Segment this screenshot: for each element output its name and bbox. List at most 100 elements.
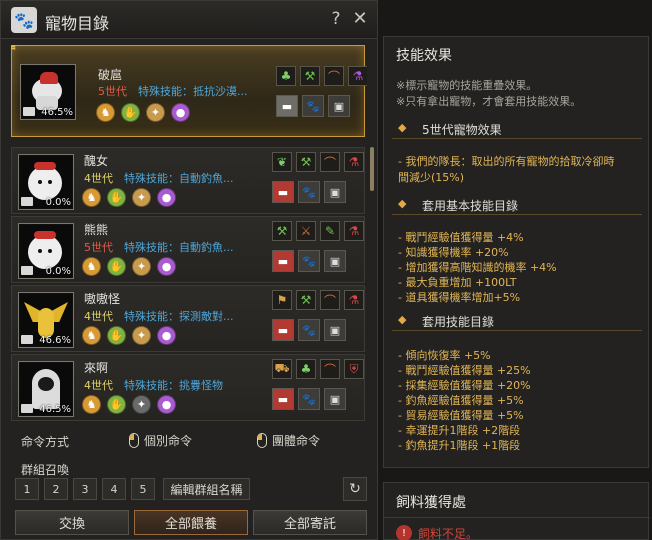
individual-command-option[interactable]: 個別命令	[129, 432, 192, 449]
paw-action-button[interactable]: 🐾	[298, 181, 320, 203]
feed-all-button[interactable]: 全部餵養	[134, 510, 248, 535]
cart-icon[interactable]: ⛟	[272, 359, 292, 379]
store-button[interactable]: ▣	[324, 250, 346, 272]
group-command-option[interactable]: 團體命令	[257, 432, 320, 449]
figure-skill-icon[interactable]: ●	[157, 326, 176, 345]
group-button-1[interactable]: 1	[15, 478, 39, 500]
paw-action-button[interactable]: 🐾	[298, 250, 320, 272]
hand-skill-icon[interactable]: ✋	[107, 188, 126, 207]
fishing-icon[interactable]: ⌒	[320, 359, 340, 379]
feed-button[interactable]: ▬	[276, 95, 298, 117]
pet-special-skill: 特殊技能：自動釣魚...	[124, 172, 234, 185]
hand-skill-icon[interactable]: ✋	[107, 326, 126, 345]
axe-icon[interactable]: ⚔	[296, 221, 316, 241]
tier-badge	[21, 197, 33, 206]
pet-progress: 0.0%	[45, 266, 71, 277]
scroll-icon[interactable]: ⚑	[272, 290, 292, 310]
pet-progress: 0.0%	[45, 197, 71, 208]
pet-card[interactable]: 0.0% 熊熊 5世代 特殊技能：自動釣魚... ♞ ✋ ✦ ● ⚒ ⚔ ✎ ⚗…	[11, 216, 365, 283]
pet-card[interactable]: ♛ 46.5% 破扈 5世代 特殊技能：抵抗沙漠... ♞ ✋ ✦ ● ♣ ⚒ …	[11, 45, 367, 137]
pet-card[interactable]: 46.6% 嗷嗷怪 4世代 特殊技能：探測敵對... ♞ ✋ ✦ ● ⚑ ⚒ ⌒…	[11, 285, 365, 352]
store-button[interactable]: ▣	[324, 181, 346, 203]
figure-skill-icon[interactable]: ●	[157, 188, 176, 207]
pet-card[interactable]: 0.0% 醜女 4世代 特殊技能：自動釣魚... ♞ ✋ ✦ ● ❦ ⚒ ⌒ ⚗…	[11, 147, 365, 214]
feed-button[interactable]: ▬	[272, 319, 294, 341]
effect-line: 間減少(15%)	[398, 171, 465, 184]
store-button[interactable]: ▣	[328, 95, 350, 117]
group-button-5[interactable]: 5	[131, 478, 155, 500]
close-button[interactable]: ✕	[349, 8, 371, 30]
pet-list[interactable]: ♛ 46.5% 破扈 5世代 特殊技能：抵抗沙漠... ♞ ✋ ✦ ● ♣ ⚒ …	[11, 45, 367, 423]
effect-line: - 釣魚提升1階段 +1階段	[398, 439, 521, 452]
cat-skill-icon[interactable]: ♞	[82, 257, 101, 276]
group-button-4[interactable]: 4	[102, 478, 126, 500]
compass-skill-icon[interactable]: ✦	[132, 326, 151, 345]
pickaxe-icon[interactable]: ⚒	[296, 290, 316, 310]
pet-name: 破扈	[98, 68, 123, 82]
pet-card[interactable]: 46.5% 來啊 4世代 特殊技能：挑釁怪物 ♞ ✋ ✦ ● ⛟ ♣ ⌒ ⛨ ▬…	[11, 354, 365, 421]
figure-skill-icon[interactable]: ●	[157, 257, 176, 276]
cat-skill-icon[interactable]: ♞	[82, 326, 101, 345]
group-button-2[interactable]: 2	[44, 478, 68, 500]
clover-icon[interactable]: ♣	[296, 359, 316, 379]
pet-progress: 46.5%	[41, 107, 73, 118]
potion-icon[interactable]: ⚗	[348, 66, 367, 86]
effect-line: - 知識獲得機率 +20%	[398, 246, 509, 259]
group-button-3[interactable]: 3	[73, 478, 97, 500]
pet-action-buttons: ▬ 🐾 ▣	[272, 250, 346, 272]
pet-special-skill: 特殊技能：自動釣魚...	[124, 241, 234, 254]
tier-badge	[23, 107, 35, 116]
cat-skill-icon[interactable]: ♞	[82, 188, 101, 207]
leaf-icon[interactable]: ❦	[272, 152, 292, 172]
feather-icon[interactable]: ✎	[320, 221, 340, 241]
section-header: ◆ 套用基本技能目錄	[392, 195, 642, 215]
compass-skill-icon[interactable]: ✦	[132, 188, 151, 207]
list-scrollbar[interactable]	[370, 147, 374, 191]
cat-skill-icon[interactable]: ♞	[96, 103, 115, 122]
help-button[interactable]: ?	[327, 9, 345, 31]
pickaxe-icon[interactable]: ⚒	[300, 66, 320, 86]
refresh-icon[interactable]: ↻	[343, 477, 367, 501]
feed-button[interactable]: ▬	[272, 388, 294, 410]
store-button[interactable]: ▣	[324, 319, 346, 341]
feed-source-title: 飼料獲得處	[396, 495, 466, 511]
cat-skill-icon[interactable]: ♞	[82, 395, 101, 414]
pickaxe-icon[interactable]: ⚒	[272, 221, 292, 241]
potion-icon[interactable]: ⚗	[344, 290, 364, 310]
shield-icon[interactable]: ⛨	[344, 359, 364, 379]
pet-skill-icons: ⚑ ⚒ ⌒ ⚗	[272, 290, 364, 310]
pet-special-skill: 特殊技能：抵抗沙漠...	[138, 85, 248, 98]
skill-effects-title: 技能效果	[396, 48, 452, 64]
figure-skill-icon[interactable]: ●	[157, 395, 176, 414]
paw-action-button[interactable]: 🐾	[302, 95, 324, 117]
compass-skill-icon[interactable]: ✦	[146, 103, 165, 122]
skill-circles: ♞ ✋ ✦ ●	[82, 257, 176, 276]
compass-skill-icon[interactable]: ✦	[132, 395, 151, 414]
fishing-icon[interactable]: ⌒	[320, 152, 340, 172]
paw-action-button[interactable]: 🐾	[298, 319, 320, 341]
fishing-icon[interactable]: ⌒	[320, 290, 340, 310]
hand-skill-icon[interactable]: ✋	[121, 103, 140, 122]
potion-icon[interactable]: ⚗	[344, 221, 364, 241]
hand-skill-icon[interactable]: ✋	[107, 257, 126, 276]
potion-icon[interactable]: ⚗	[344, 152, 364, 172]
effect-line: - 幸運提升1階段 +2階段	[398, 424, 521, 437]
section-title: 套用基本技能目錄	[422, 199, 519, 213]
section-header: ◆ 5世代寵物效果	[392, 119, 642, 139]
paw-action-button[interactable]: 🐾	[298, 388, 320, 410]
store-button[interactable]: ▣	[324, 388, 346, 410]
edit-group-name-button[interactable]: 編輯群組名稱	[163, 478, 250, 500]
store-all-button[interactable]: 全部寄託	[253, 510, 367, 535]
pet-portrait: 0.0%	[18, 154, 74, 210]
pickaxe-icon[interactable]: ⚒	[296, 152, 316, 172]
window-header[interactable]: 🐾 寵物目錄 ? ✕	[1, 1, 377, 39]
figure-skill-icon[interactable]: ●	[171, 103, 190, 122]
hand-skill-icon[interactable]: ✋	[107, 395, 126, 414]
feed-button[interactable]: ▬	[272, 181, 294, 203]
note-line: ※標示寵物的技能重疊效果。	[396, 79, 538, 92]
exchange-button[interactable]: 交換	[15, 510, 129, 535]
fishing-icon[interactable]: ⌒	[324, 66, 344, 86]
feed-button[interactable]: ▬	[272, 250, 294, 272]
clover-icon[interactable]: ♣	[276, 66, 296, 86]
compass-skill-icon[interactable]: ✦	[132, 257, 151, 276]
